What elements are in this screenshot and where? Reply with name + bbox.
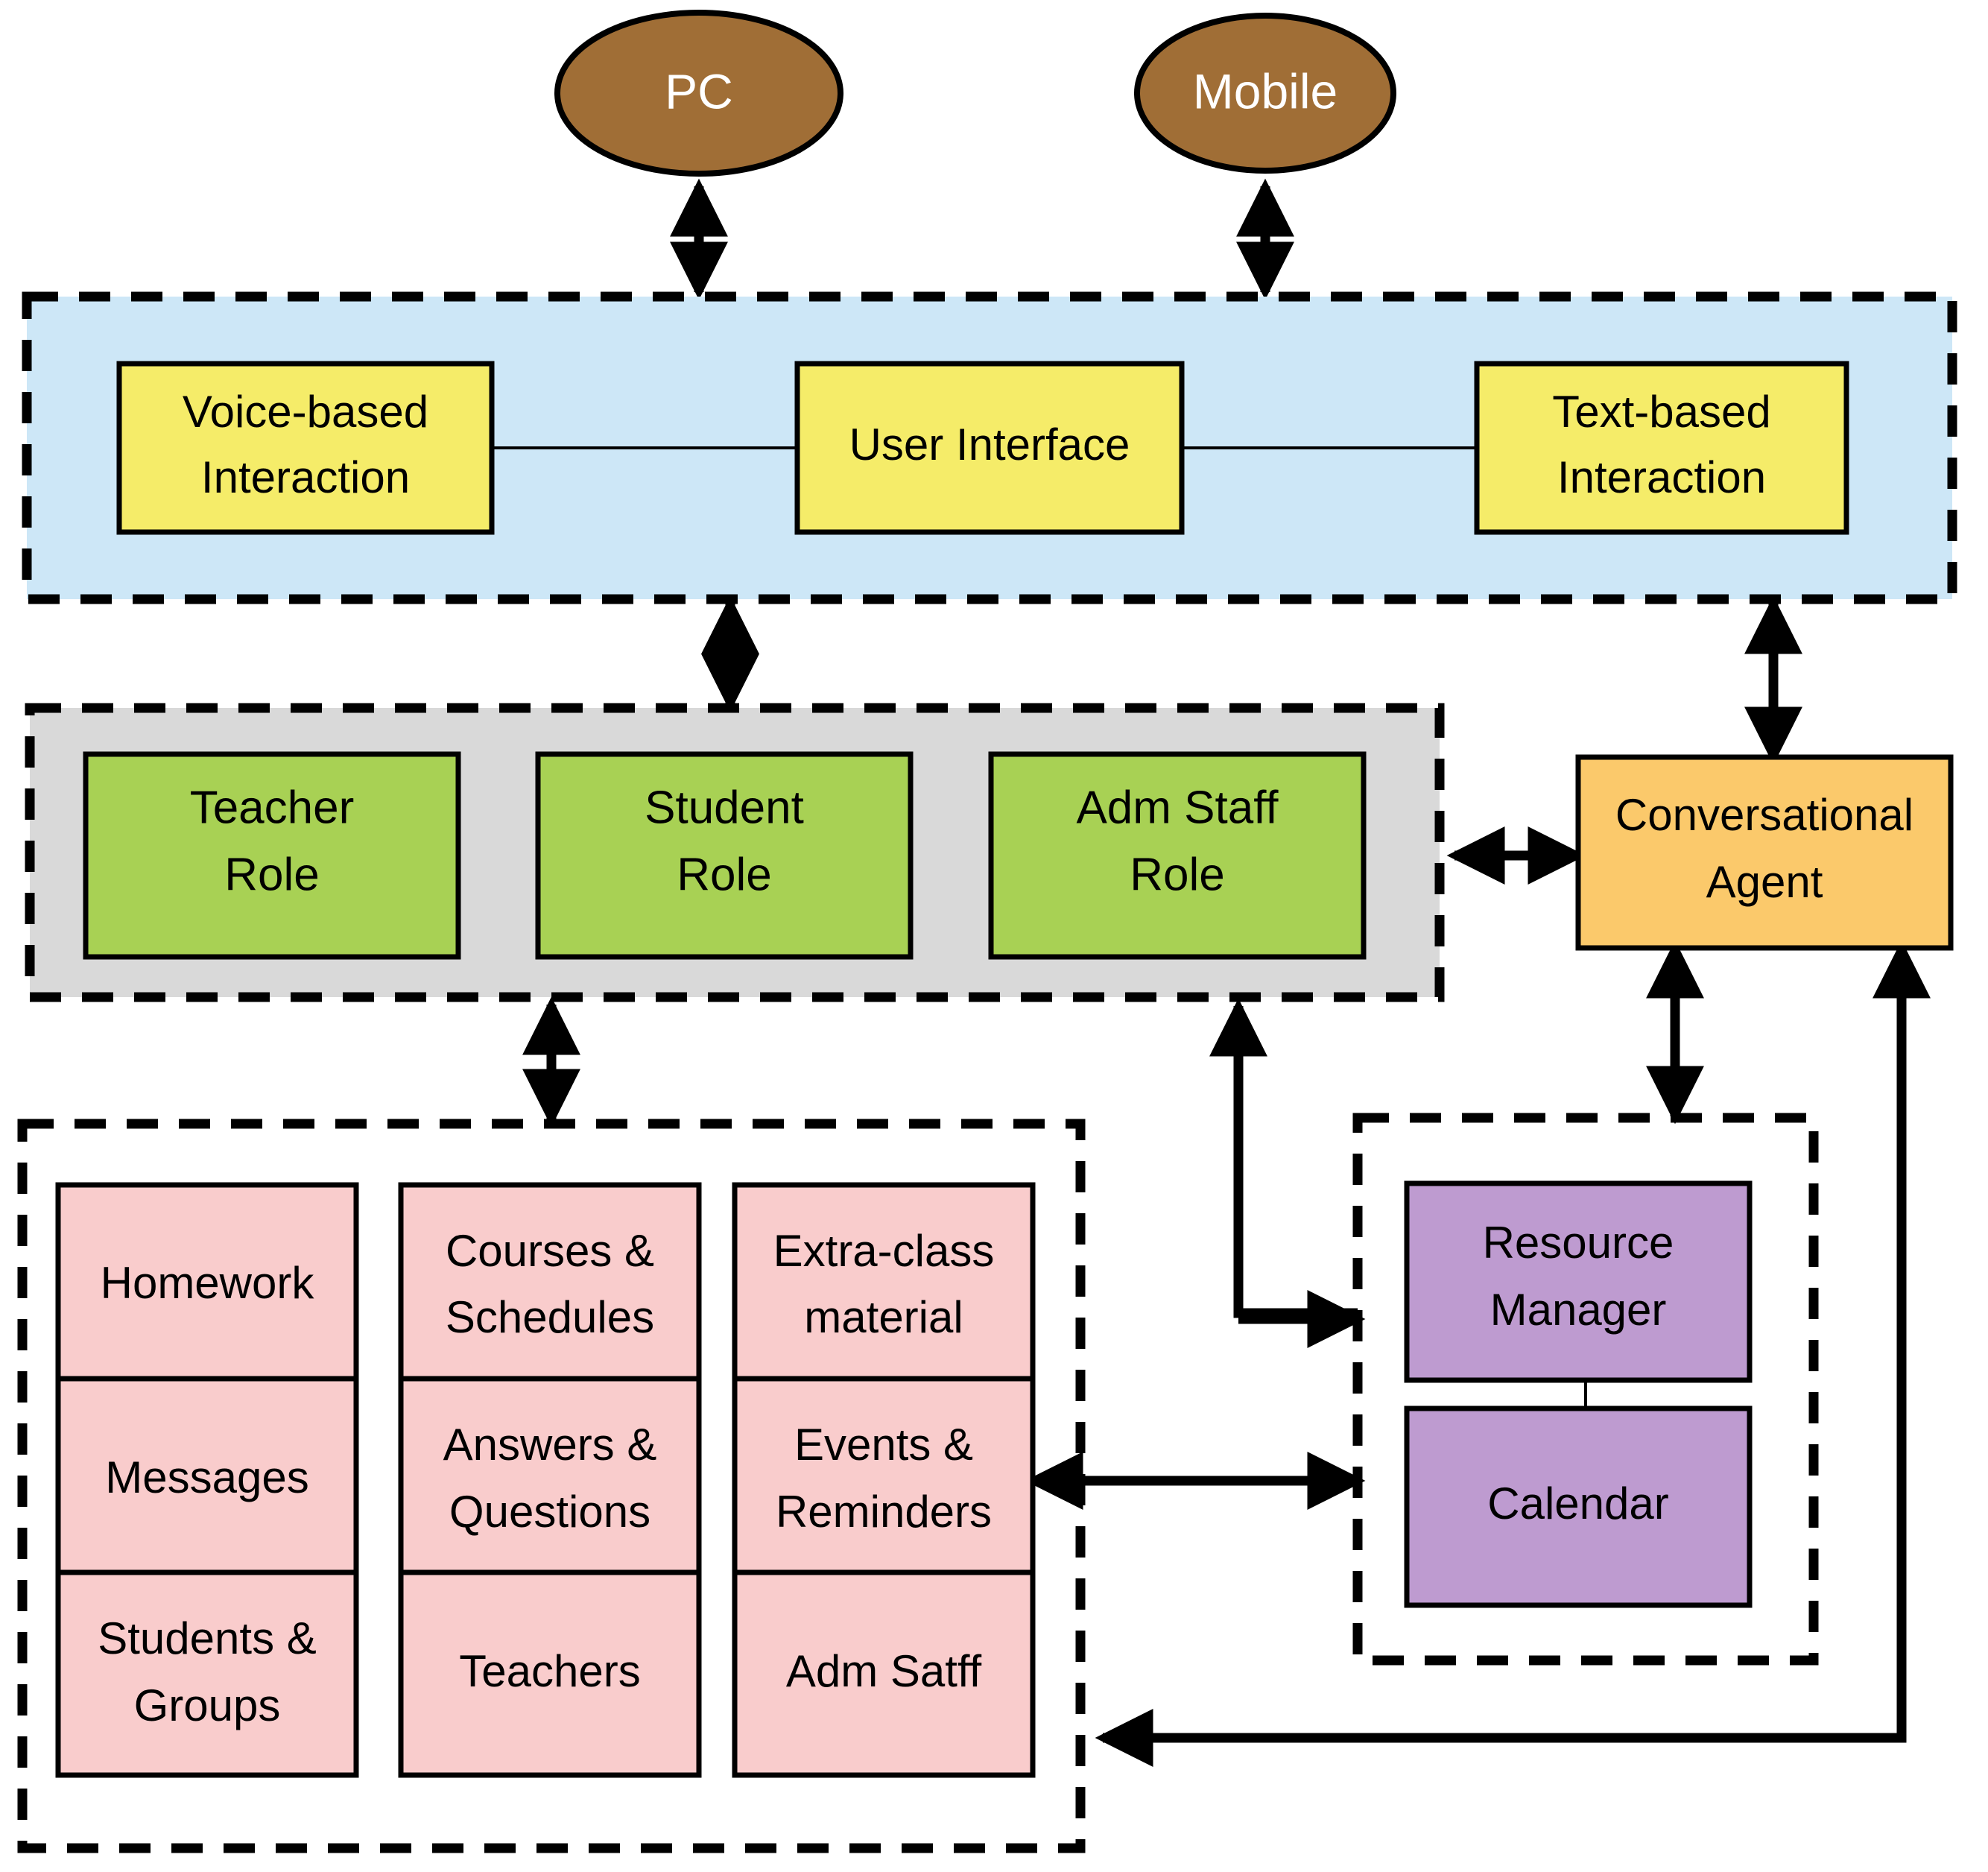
roles-layer[interactable]: Teacher Role Student Role Adm Staff Role (25, 703, 1445, 1002)
resource-box-manager[interactable]: Resource Manager (1404, 1180, 1753, 1383)
resource-manager-box-shape (1404, 1180, 1753, 1383)
courses-schedules-label-line2: Schedules (446, 1292, 654, 1342)
mobile-label: Mobile (1193, 63, 1338, 118)
resource-manager-label-line2: Manager (1490, 1285, 1667, 1335)
extra-class-material-box-shape (732, 1182, 1036, 1391)
user-interface-label-line1: User Interface (849, 420, 1130, 469)
adm-staff-role-label-line2: Role (1130, 849, 1225, 900)
events-reminders-box-shape (732, 1376, 1036, 1584)
extra-class-material-label-line1: Extra-class (773, 1226, 995, 1276)
conversational-agent-label-line1: Conversational (1615, 790, 1913, 840)
answers-questions-label-line1: Answers & (443, 1420, 657, 1470)
messages-label-line1: Messages (105, 1452, 308, 1502)
ui-box-text[interactable]: Text-based Interaction (1474, 361, 1849, 535)
teachers-label-line1: Teachers (459, 1646, 640, 1696)
role-box-adm-staff[interactable]: Adm Staff Role (988, 751, 1367, 960)
data-box-students-groups[interactable]: Students & Groups (55, 1569, 359, 1778)
conversational-agent[interactable]: Conversational Agent (1575, 754, 1954, 951)
role-box-teacher[interactable]: Teacher Role (83, 751, 461, 960)
homework-label-line1: Homework (101, 1258, 315, 1308)
pc-label: PC (665, 63, 733, 118)
adm-staff-label-line1: Adm Satff (786, 1646, 982, 1696)
adm-staff-role-label-line1: Adm Staff (1076, 782, 1279, 833)
events-reminders-label-line2: Reminders (776, 1487, 992, 1537)
device-pc[interactable]: PC (554, 10, 843, 177)
conversational-agent-label-line2: Agent (1706, 857, 1823, 907)
ui-box-voice[interactable]: Voice-based Interaction (116, 361, 495, 535)
data-entities-layer[interactable]: Homework Courses & Schedules Extra-class… (17, 1119, 1086, 1853)
ui-box-user-interface[interactable]: User Interface (794, 361, 1185, 535)
text-label-line2: Interaction (1557, 452, 1766, 502)
device-mobile[interactable]: Mobile (1134, 13, 1396, 174)
role-box-student[interactable]: Student Role (535, 751, 914, 960)
architecture-diagram: Voice-based Interaction User Interface T… (0, 0, 1988, 1872)
teacher-role-label-line1: Teacher (190, 782, 355, 833)
events-reminders-label-line1: Events & (794, 1420, 973, 1470)
text-label-line1: Text-based (1552, 387, 1771, 437)
resource-box-calendar[interactable]: Calendar (1404, 1405, 1753, 1608)
teacher-role-label-line2: Role (224, 849, 320, 900)
courses-schedules-box-shape (398, 1182, 702, 1391)
student-role-label-line1: Student (645, 782, 804, 833)
data-box-teachers[interactable]: Teachers (398, 1569, 702, 1778)
students-groups-label-line2: Groups (134, 1680, 281, 1730)
connector-resource-roles (1209, 998, 1358, 1318)
students-groups-label-line1: Students & (98, 1613, 317, 1663)
answers-questions-label-line2: Questions (449, 1487, 650, 1537)
resource-manager-label-line1: Resource (1483, 1218, 1674, 1268)
data-box-extra-class-material[interactable]: Extra-class material (732, 1182, 1036, 1391)
calendar-label-line1: Calendar (1487, 1479, 1669, 1528)
resource-layer[interactable]: Resource Manager Calendar (1352, 1113, 1819, 1666)
user-interface-layer[interactable]: Voice-based Interaction User Interface T… (22, 291, 1957, 604)
courses-schedules-label-line1: Courses & (446, 1226, 654, 1276)
answers-questions-box-shape (398, 1376, 702, 1584)
data-box-homework[interactable]: Homework (55, 1182, 359, 1391)
diagram-canvas: Voice-based Interaction User Interface T… (17, 10, 1957, 1853)
data-box-adm-staff[interactable]: Adm Satff (732, 1569, 1036, 1778)
data-box-messages[interactable]: Messages (55, 1376, 359, 1584)
data-box-answers-questions[interactable]: Answers & Questions (398, 1376, 702, 1584)
data-box-events-reminders[interactable]: Events & Reminders (732, 1376, 1036, 1584)
voice-label-line1: Voice-based (183, 387, 428, 437)
extra-class-material-label-line2: material (804, 1292, 963, 1342)
conversational-agent-box-shape (1575, 754, 1954, 951)
students-groups-box-shape (55, 1569, 359, 1778)
student-role-label-line2: Role (677, 849, 772, 900)
data-box-courses-schedules[interactable]: Courses & Schedules (398, 1182, 702, 1391)
voice-label-line2: Interaction (201, 452, 410, 502)
